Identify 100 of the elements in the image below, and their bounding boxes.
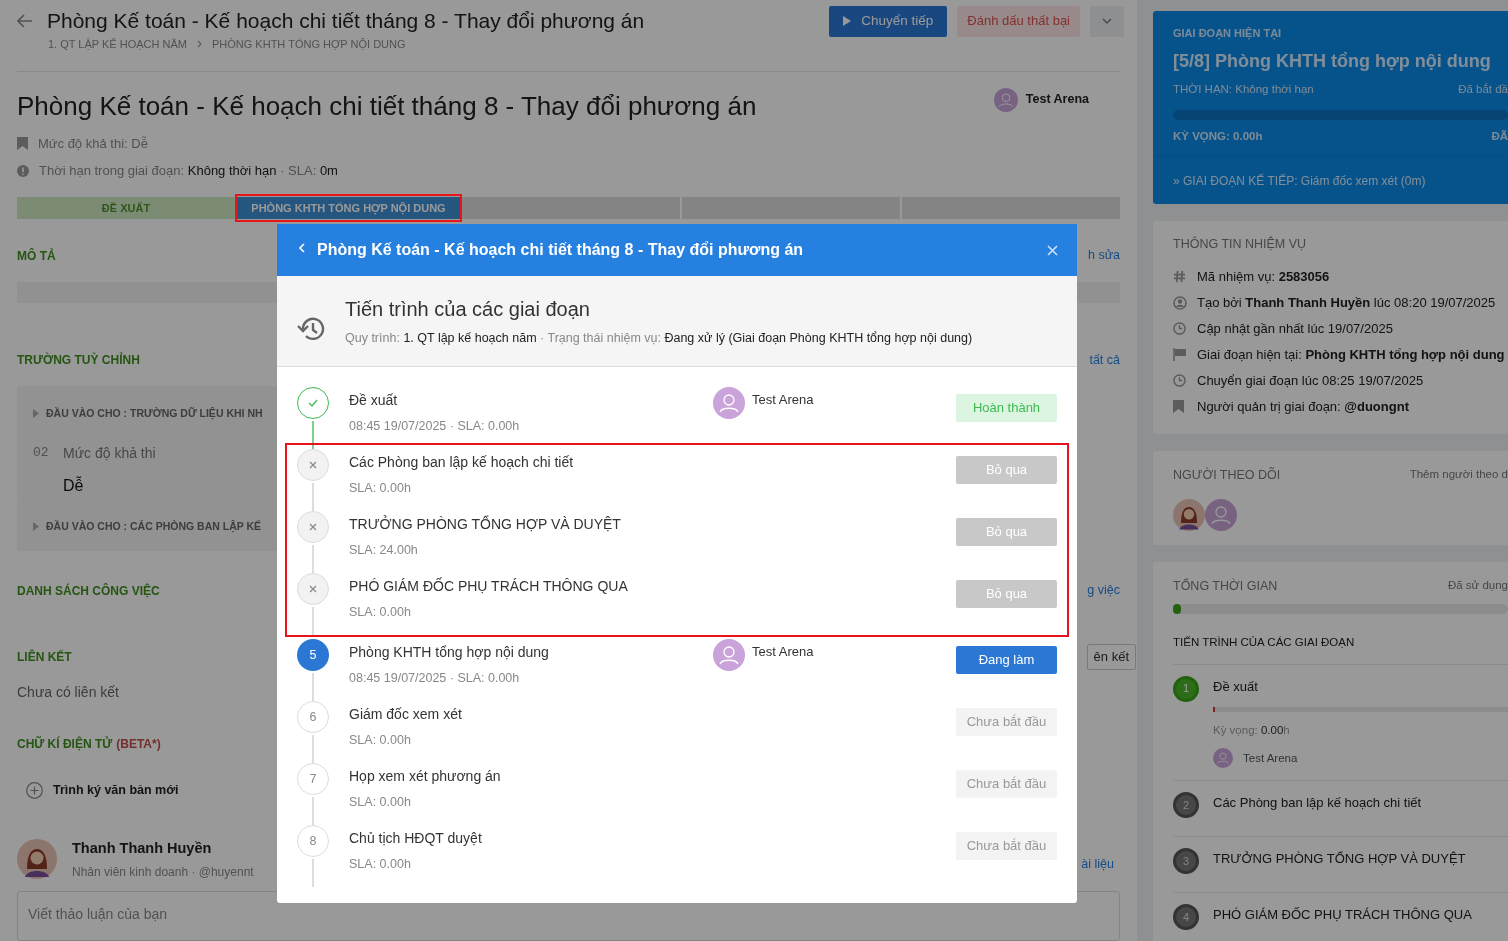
user-avatar-icon [1213,748,1233,769]
breadcrumb-link[interactable]: PHÒNG KHTH TỔNG HỢP NỘI DUNG [211,36,406,53]
new-signature-link[interactable]: Trình ký văn bản mới [53,781,179,800]
link[interactable]: h sửa [1088,246,1120,266]
avatar [1173,498,1205,531]
field-group-title: ĐẦU VÀO CHO : CÁC PHÒNG BAN LẬP KẾ [46,518,262,535]
stage-number[interactable]: 1 [1173,675,1199,702]
section-heading: LIÊN KẾT [17,648,72,667]
assignee-name: Test Arena [752,643,814,661]
stage-name: Các Phòng ban lập kế hoạch chi tiết [349,453,575,472]
task-title: Phòng Kế toán - Kế hoạch chi tiết tháng 8 - Thay đổi phương án [17,89,757,122]
link-button[interactable]: ên kết [1086,644,1136,671]
field-group-title: ĐẦU VÀO CHO : TRƯỜNG DỮ LIỆU KHI NH [46,405,263,422]
started-text: Đã bắt đầ [1458,81,1508,97]
x-icon [309,523,317,531]
card-heading: THÔNG TIN NHIỆM VỤ [1173,235,1308,253]
page-title: Phòng Kế toán - Kế hoạch chi tiết tháng 8 - Thay đổi phương án [47,8,645,35]
link[interactable]: g việc [1087,581,1120,601]
close-icon[interactable] [1047,244,1058,256]
stage-segment[interactable]: ĐỀ XUẤT [17,196,235,220]
stage-number[interactable]: 2 [1173,792,1199,819]
plus-circle-icon[interactable] [26,781,43,799]
meta-text: Mức độ khả thi: Dễ [38,134,148,153]
info-text: Giai đoạn hiện tại: Phòng KHTH tổng hợp nội dung [1197,346,1505,364]
stage-meta: SLA: 0.00h [349,794,412,811]
chevron-right-icon [196,40,202,49]
info-text: Người quản trị giai đoạn: @duongnt [1197,398,1409,416]
breadcrumb-link[interactable]: 1. QT LẬP KẾ HOẠCH NĂM [48,36,187,53]
stage-name: Đề xuất [349,391,399,410]
flag-icon [1173,348,1187,362]
stage-name: PHÓ GIÁM ĐỐC PHỤ TRÁCH THÔNG QUA [349,576,629,596]
section-heading: MÔ TẢ [17,247,56,265]
stage-name: Các Phòng ban lập kế hoạch chi tiết [1213,794,1423,813]
status-badge: Đang làm [956,646,1057,674]
beta-tag: (BETA*) [116,735,161,754]
avatar [17,839,57,880]
deadline-text: THỜI HẠN: Không thời hạn [1173,81,1314,97]
stage-name: TRƯỞNG PHÒNG TỔNG HỢP VÀ DUYỆT [349,514,622,534]
hash-icon [1173,270,1186,284]
section-heading: DANH SÁCH CÔNG VIỆC [17,582,160,600]
caret-right-icon [33,522,39,532]
process-text: Quy trình: 1. QT lập kế hoạch năm · Trạng thái nhiệm vụ: Đang xử lý (Giai đoạn Phòng KHTH tổng hợp nội dung) [345,330,973,348]
info-text: Cập nhật gần nhất lúc 19/07/2025 [1197,320,1393,338]
card-heading: NGƯỜI THEO DÕI [1173,466,1281,484]
assignee-name: Test Arena [1243,750,1298,766]
stage-meta: SLA: 0.00h [349,856,412,873]
status-badge: Chưa bắt đầu [956,708,1057,736]
more-button[interactable] [1090,5,1124,37]
user-avatar-icon [713,387,745,419]
add-follower-link[interactable]: Thêm người theo d [1409,465,1508,485]
stage-meta: SLA: 24.00h [349,542,419,559]
assignee-name: Test Arena [752,391,814,409]
alert-icon [17,164,29,177]
author-subtitle: Nhân viên kinh doanh · @huyennt [72,863,254,881]
next-stage-text: » GIAI ĐOẠN KẾ TIẾP: Giám đốc xem xét (0m) [1173,174,1426,188]
stage-meta: 08:45 19/07/2025 · SLA: 0.00h [349,670,521,687]
stage-number[interactable]: 4 [1173,904,1199,931]
clock-icon [1173,374,1186,388]
x-icon [309,461,317,469]
card-label: GIAI ĐOẠN HIỆN TẠI [1173,26,1283,42]
status-badge: Chưa bắt đầu [956,770,1057,798]
field-index: 02 [33,444,50,463]
empty-text: Chưa có liên kết [17,683,120,703]
stage-segment[interactable]: PHÒNG KHTH TỔNG HỢP NỘI DUNG [237,196,460,220]
link[interactable]: ài liệu [1081,854,1114,874]
author-name: Thanh Thanh Huyền [72,838,213,858]
status-badge: Hoàn thành [956,394,1057,422]
back-arrow-icon[interactable] [17,14,33,28]
history-icon [297,316,325,342]
user-icon [1173,295,1187,310]
chevron-down-icon [1102,18,1112,24]
stage-name: Chủ tịch HĐQT duyệt [349,829,483,848]
status-badge: Chưa bắt đầu [956,832,1057,860]
clock-icon [1173,322,1186,336]
check-icon [308,399,318,407]
forward-button[interactable]: Chuyển tiếp [829,5,948,37]
modal-title: Phòng Kế toán - Kế hoạch chi tiết tháng 8 - Thay đổi phương án [317,240,804,260]
stage-name: Giám đốc xem xét [349,705,463,724]
section-heading: TRƯỜNG TUỲ CHỈNH [17,351,140,370]
stage-number[interactable]: 3 [1173,848,1199,875]
info-text: Mã nhiệm vụ: 2583056 [1197,268,1330,286]
field-label: Mức độ khả thi [63,444,156,464]
info-text: Tạo bởi Thanh Thanh Huyền lúc 08:20 19/07/2025 [1197,294,1496,312]
user-avatar-icon [993,87,1018,112]
chevron-left-icon[interactable] [299,243,305,253]
stage-name: TRƯỞNG PHÒNG TỔNG HỢP VÀ DUYỆT [1213,850,1467,869]
expected-text: KỲ VỌNG: 0.00h [1173,128,1263,145]
section-heading: CHỮ KÍ ĐIỆN TỬ [17,735,113,754]
meta-text: Thời hạn trong giai đoạn: Không thời hạn · SLA: 0m [39,162,338,180]
mark-failed-button[interactable]: Đánh dấu thất bại [957,5,1080,37]
link[interactable]: tất cả [1089,350,1120,370]
user-avatar-icon [713,639,745,671]
stage-meta: SLA: 0.00h [349,732,412,749]
stage-meta: SLA: 0.00h [349,604,412,621]
used-text: ĐÃ [1491,128,1508,144]
assignee-name: Test Arena [1025,91,1089,109]
bookmark-icon [1173,400,1184,414]
x-icon [309,585,317,593]
play-icon [843,16,852,26]
stage-meta: 08:45 19/07/2025 · SLA: 0.00h [349,418,521,435]
